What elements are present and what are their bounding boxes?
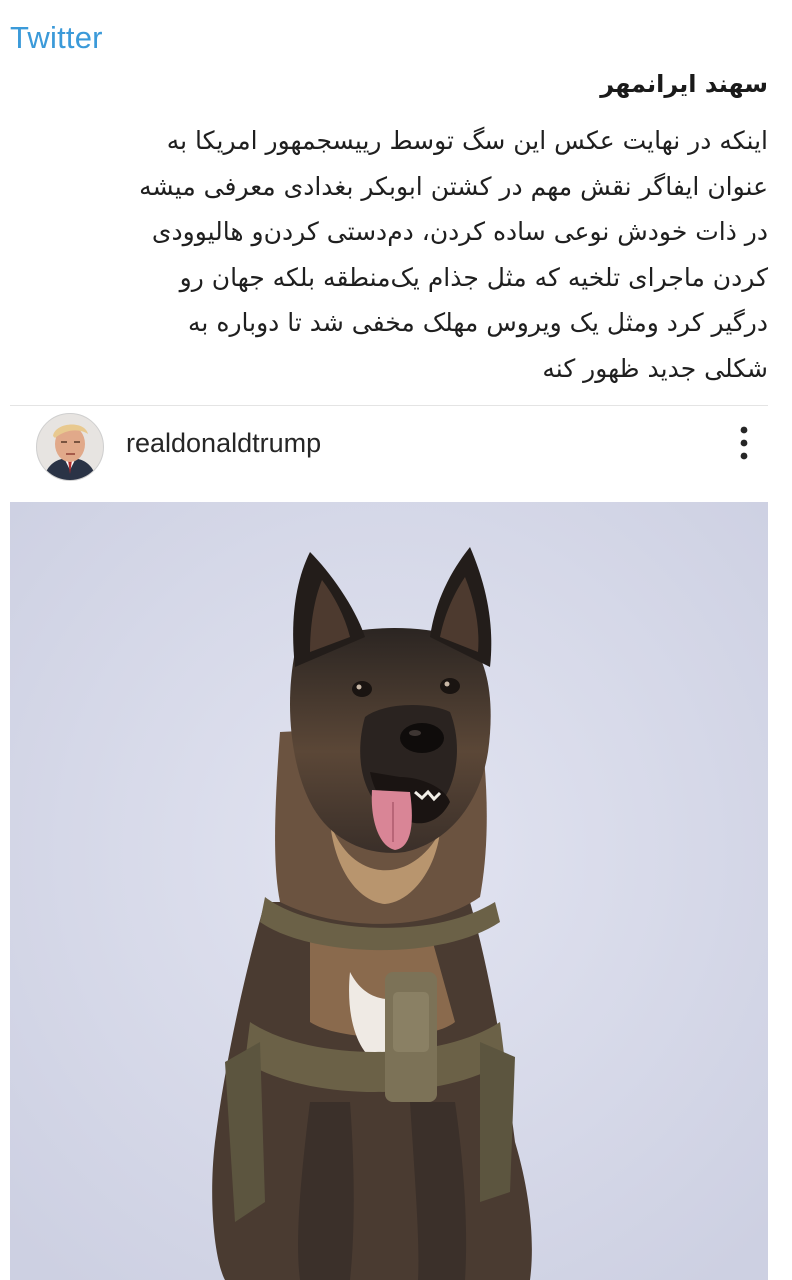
embedded-post-header: realdonaldtrump [10,406,768,500]
source-label: Twitter [10,20,103,55]
vertical-ellipsis-icon[interactable] [734,424,754,464]
post-body-line: کردن ماجرای تلخیه که مثل جذام یک‌منطقه ب… [179,262,768,292]
post-body: اینکه در نهایت عکس این سگ توسط رییسجمهور… [28,118,768,391]
post-body-line: شکلی جدید ظهور کنه [542,353,768,383]
post-author[interactable]: سهند ایرانمهر [600,70,768,98]
post-body-line: اینکه در نهایت عکس این سگ توسط رییسجمهور… [166,126,768,155]
username[interactable]: realdonaldtrump [126,428,321,459]
post-body-line: عنوان ایفاگر نقش مهم در کشتن ابوبکر بغدا… [139,171,768,201]
dog-photo[interactable] [10,502,768,1280]
avatar[interactable] [36,413,104,481]
post-body-line: در ذات خودش نوعی ساده کردن، دم‌دستی کردن… [151,217,768,246]
post-body-line: درگیر کرد ومثل یک ویروس مهلک مخفی شد تا … [188,308,768,337]
